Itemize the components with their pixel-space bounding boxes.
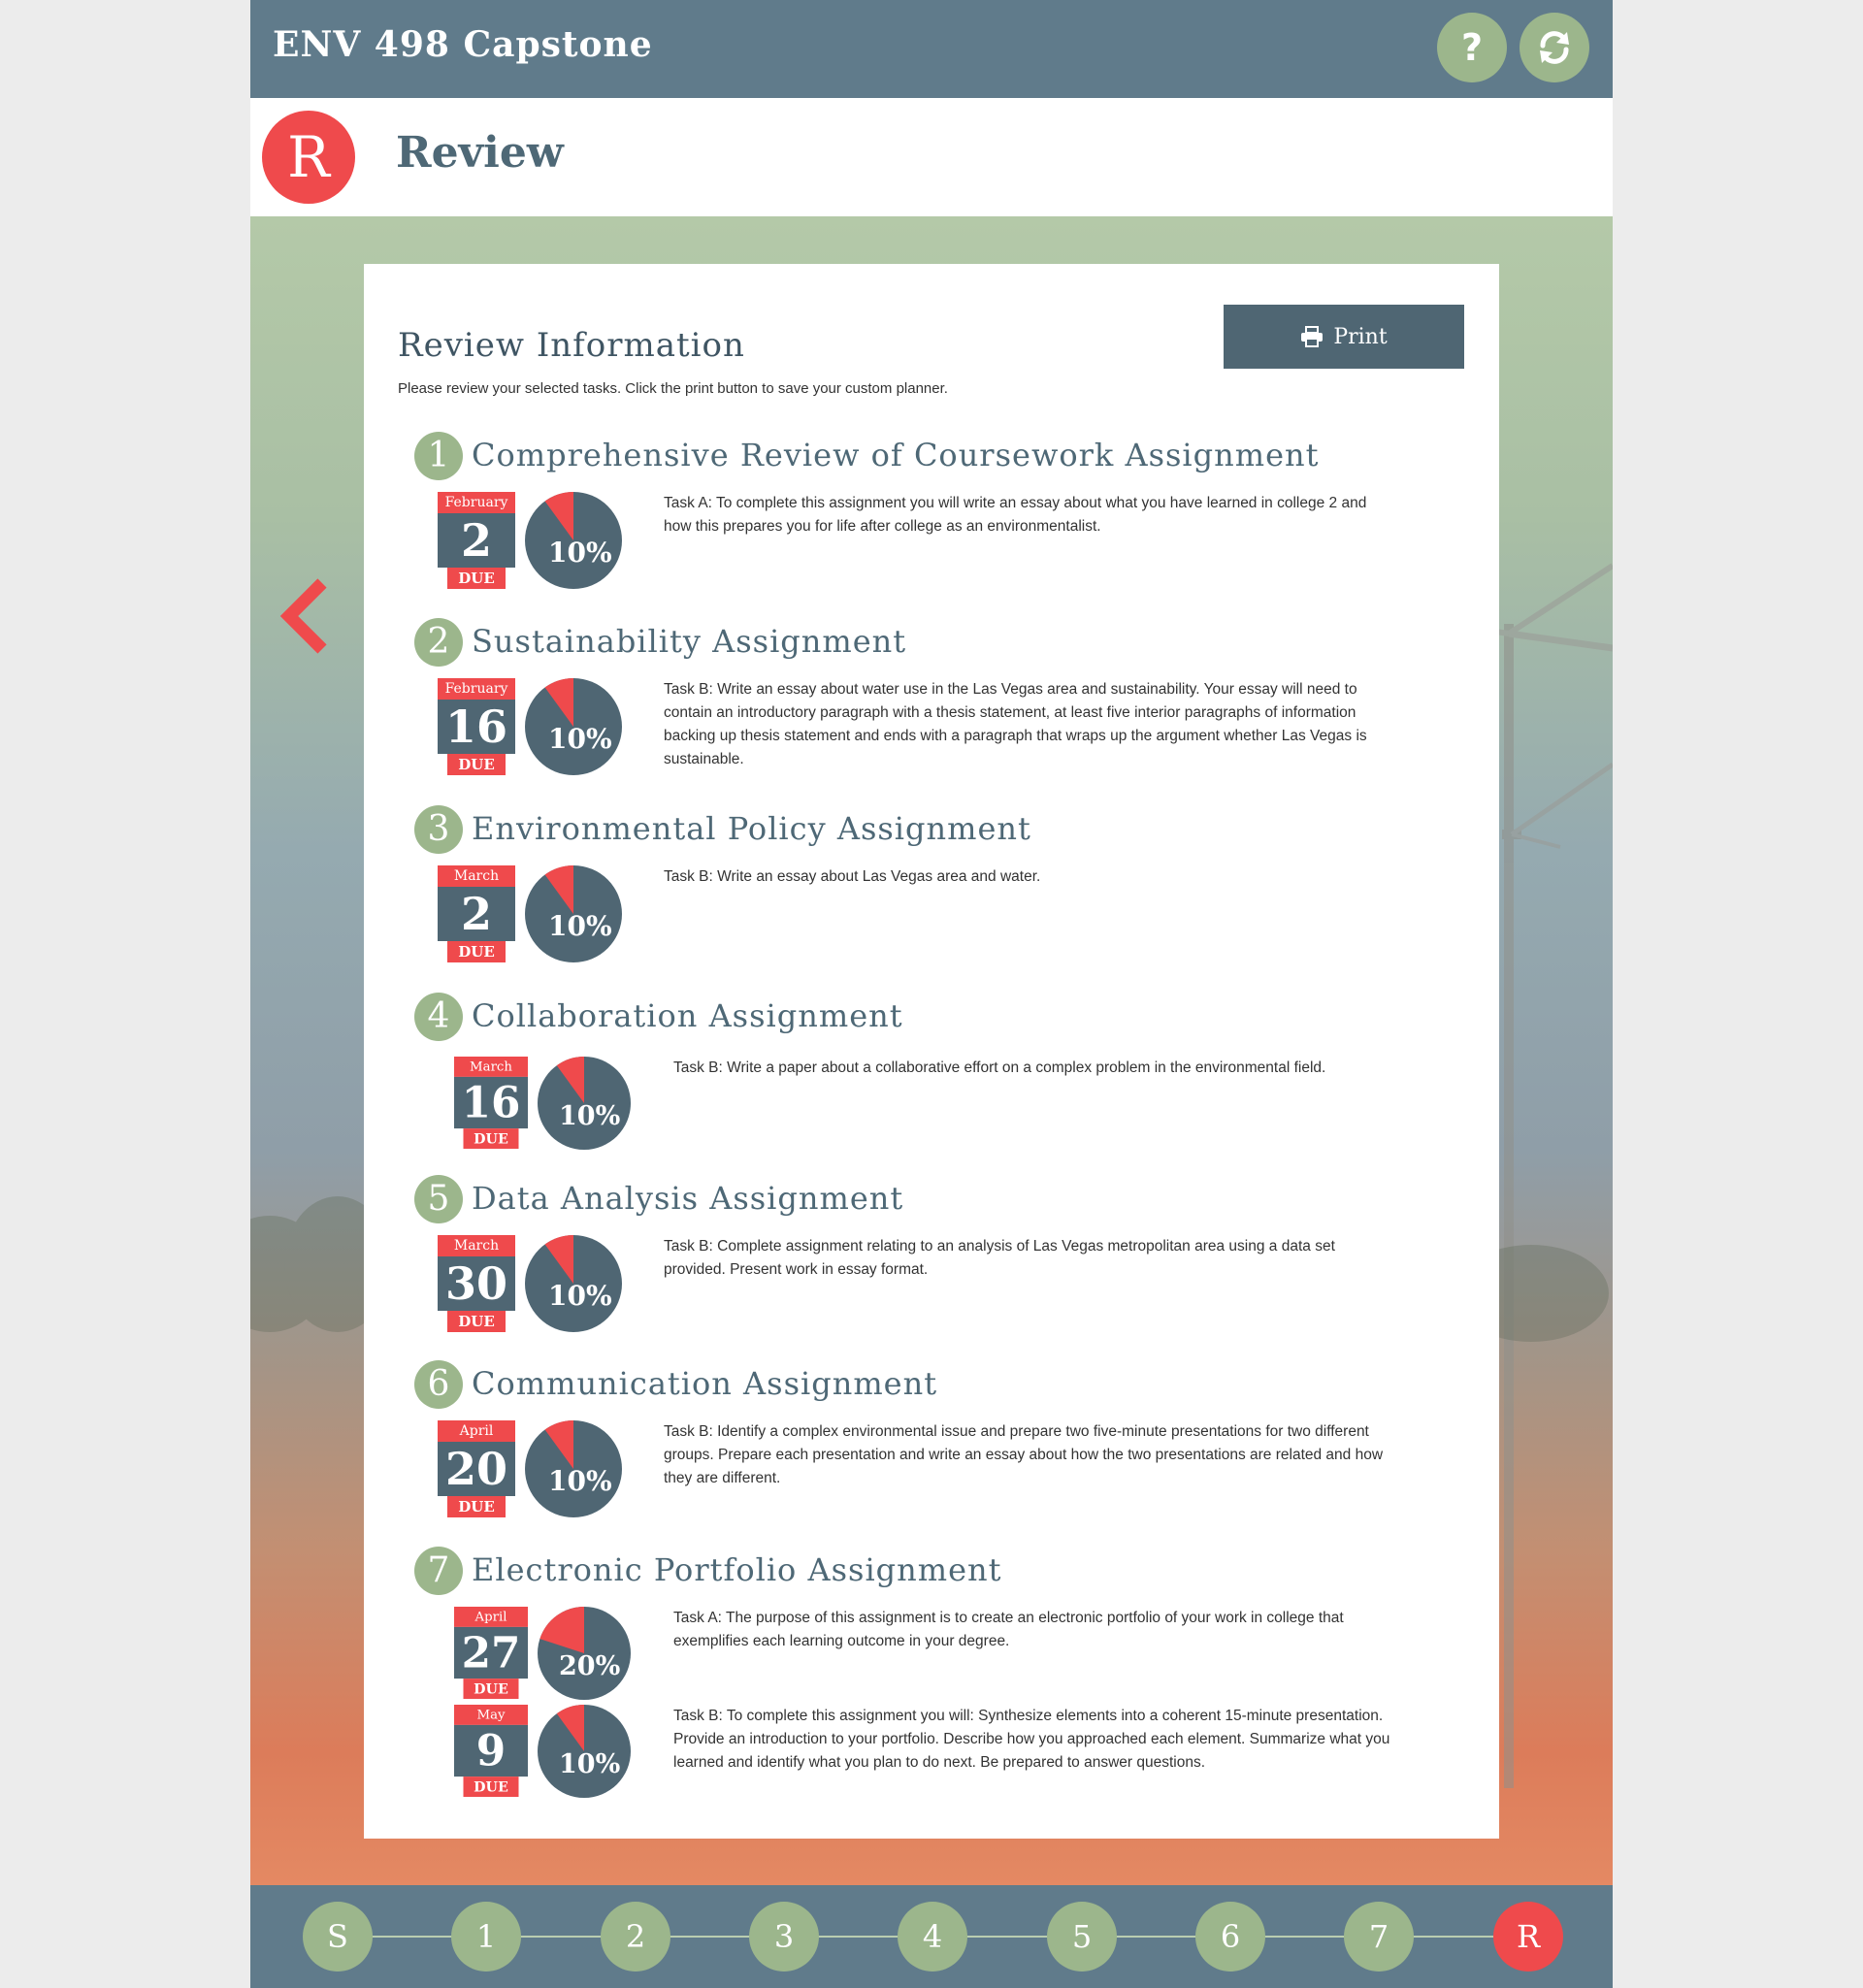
back-button[interactable]	[279, 568, 338, 665]
task-description: Task B: Complete assignment relating to …	[664, 1238, 1335, 1278]
nav-step-3[interactable]: 3	[749, 1902, 819, 1972]
due-day: 2	[438, 887, 515, 941]
nav-step-r[interactable]: R	[1493, 1902, 1563, 1972]
assignment-title: Collaboration Assignment	[472, 997, 903, 1034]
nav-step-4[interactable]: 4	[898, 1902, 967, 1972]
due-day: 9	[454, 1724, 528, 1777]
due-date-calendar: March 2 DUE	[438, 865, 515, 962]
task-description: Task B: To complete this assignment you …	[673, 1708, 1390, 1771]
due-date-calendar: March 16 DUE	[454, 1057, 528, 1149]
print-button[interactable]: Print	[1224, 305, 1464, 369]
weight-percent: 10%	[548, 723, 612, 755]
app-frame: ENV 498 Capstone ? R Review Review Infor…	[250, 0, 1613, 1988]
course-title: ENV 498 Capstone	[273, 24, 653, 65]
due-label: DUE	[447, 1311, 506, 1332]
printer-icon	[1301, 326, 1324, 347]
nav-step-6[interactable]: 6	[1195, 1902, 1265, 1972]
refresh-icon	[1540, 31, 1569, 64]
chevron-left-icon	[279, 578, 327, 654]
task-description: Task B: Write an essay about water use i…	[664, 681, 1367, 767]
nav-step-7[interactable]: 7	[1344, 1902, 1414, 1972]
assignment-number: 3	[414, 805, 463, 854]
refresh-button[interactable]	[1520, 13, 1589, 82]
due-day: 20	[438, 1442, 515, 1496]
page-title: Review	[396, 128, 564, 178]
assignment-number: 7	[414, 1547, 463, 1595]
background-scene: Review Information Please review your se…	[250, 216, 1613, 1885]
due-label: DUE	[463, 1776, 519, 1797]
due-day: 30	[438, 1256, 515, 1311]
due-label: DUE	[447, 568, 506, 589]
due-date-calendar: February 2 DUE	[438, 492, 515, 589]
due-month: March	[438, 865, 515, 887]
assignment-number: 2	[414, 618, 463, 667]
assignment-title: Sustainability Assignment	[472, 623, 907, 660]
nav-step-s[interactable]: S	[303, 1902, 373, 1972]
due-label: DUE	[447, 754, 506, 775]
assignment-title: Communication Assignment	[472, 1365, 938, 1402]
due-label: DUE	[447, 1496, 506, 1517]
due-month: April	[438, 1420, 515, 1442]
due-label: DUE	[447, 941, 506, 962]
weight-percent: 10%	[548, 537, 612, 569]
assignment-number: 6	[414, 1360, 463, 1409]
section-header: R Review	[250, 98, 1613, 216]
task-description: Task A: To complete this assignment you …	[664, 495, 1367, 535]
due-month: February	[438, 678, 515, 700]
due-day: 2	[438, 513, 515, 568]
weight-percent: 20%	[559, 1651, 621, 1681]
top-bar: ENV 498 Capstone ?	[250, 0, 1613, 98]
task-description: Task B: Identify a complex environmental…	[664, 1423, 1384, 1486]
nav-step-5[interactable]: 5	[1047, 1902, 1117, 1972]
due-date-calendar: April 27 DUE	[454, 1607, 528, 1699]
weight-percent: 10%	[548, 1280, 612, 1312]
task-description: Task B: Write an essay about Las Vegas a…	[664, 868, 1041, 885]
due-day: 27	[454, 1626, 528, 1679]
assignment-title: Electronic Portfolio Assignment	[472, 1551, 1002, 1588]
due-label: DUE	[463, 1128, 519, 1149]
due-day: 16	[454, 1076, 528, 1129]
task-description: Task A: The purpose of this assignment i…	[673, 1610, 1344, 1649]
due-month: May	[454, 1705, 528, 1725]
assignment-number: 5	[414, 1175, 463, 1223]
weight-percent: 10%	[559, 1749, 621, 1779]
card-description: Please review your selected tasks. Click…	[398, 380, 948, 397]
assignment-number: 1	[414, 432, 463, 480]
weight-percent: 10%	[559, 1101, 621, 1131]
due-day: 16	[438, 700, 515, 754]
due-date-calendar: May 9 DUE	[454, 1705, 528, 1797]
question-icon: ?	[1460, 26, 1484, 69]
due-month: February	[438, 492, 515, 513]
review-card: Review Information Please review your se…	[364, 264, 1499, 1839]
task-description: Task B: Write a paper about a collaborat…	[673, 1059, 1326, 1076]
due-month: March	[438, 1235, 515, 1256]
due-label: DUE	[463, 1678, 519, 1699]
due-date-calendar: February 16 DUE	[438, 678, 515, 775]
step-navigation: S 1 2 3 4 5 6 7 R	[250, 1885, 1613, 1988]
due-month: March	[454, 1057, 528, 1077]
assignment-number: 4	[414, 993, 463, 1041]
assignment-title: Comprehensive Review of Coursework Assig…	[472, 437, 1320, 473]
weight-percent: 10%	[548, 910, 612, 942]
print-label: Print	[1333, 324, 1388, 349]
nav-step-1[interactable]: 1	[451, 1902, 521, 1972]
due-date-calendar: April 20 DUE	[438, 1420, 515, 1517]
due-date-calendar: March 30 DUE	[438, 1235, 515, 1332]
section-badge: R	[262, 111, 355, 204]
weight-percent: 10%	[548, 1465, 612, 1497]
nav-step-2[interactable]: 2	[601, 1902, 670, 1972]
assignment-title: Data Analysis Assignment	[472, 1180, 904, 1217]
help-button[interactable]: ?	[1437, 13, 1507, 82]
assignment-title: Environmental Policy Assignment	[472, 810, 1031, 847]
card-title: Review Information	[398, 326, 745, 365]
due-month: April	[454, 1607, 528, 1627]
